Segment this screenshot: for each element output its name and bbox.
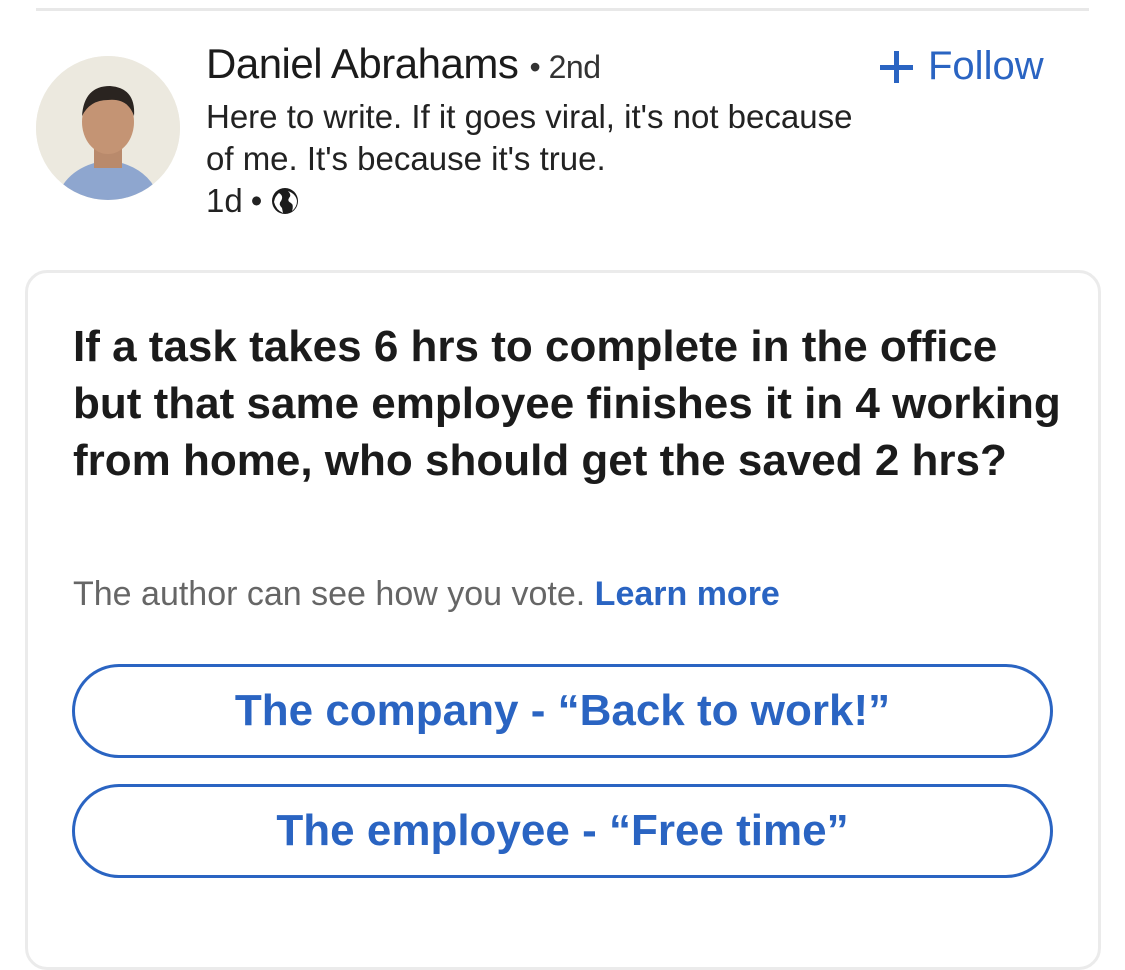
author-headline: Here to write. If it goes viral, it's no…	[206, 98, 853, 177]
author-name-row: Daniel Abrahams • 2nd	[206, 40, 601, 88]
globe-icon	[272, 188, 299, 214]
poll-privacy-note: The author can see how you vote. Learn m…	[73, 575, 780, 614]
learn-more-link[interactable]: Learn more	[595, 575, 780, 613]
poll-question: If a task takes 6 hrs to complete in the…	[73, 322, 1061, 485]
poll-option-label: The employee - “Free time”	[276, 806, 849, 855]
poll-option-label: The company - “Back to work!”	[234, 686, 891, 735]
follow-button[interactable]: Follow	[878, 44, 1044, 89]
poll-option-company[interactable]: The company - “Back to work!”	[72, 664, 1053, 758]
connection-degree: • 2nd	[529, 49, 601, 85]
follow-label: Follow	[928, 44, 1044, 88]
meta-separator: •	[250, 182, 263, 219]
avatar[interactable]	[36, 56, 180, 200]
post-meta: 1d •	[206, 182, 300, 220]
poll-option-employee[interactable]: The employee - “Free time”	[72, 784, 1053, 878]
author-name[interactable]: Daniel Abrahams	[206, 40, 519, 87]
plus-icon	[880, 50, 913, 83]
poll-note-text: The author can see how you vote.	[73, 575, 586, 613]
top-divider	[36, 8, 1089, 11]
avatar-photo	[36, 56, 180, 200]
post-time: 1d	[206, 182, 243, 219]
